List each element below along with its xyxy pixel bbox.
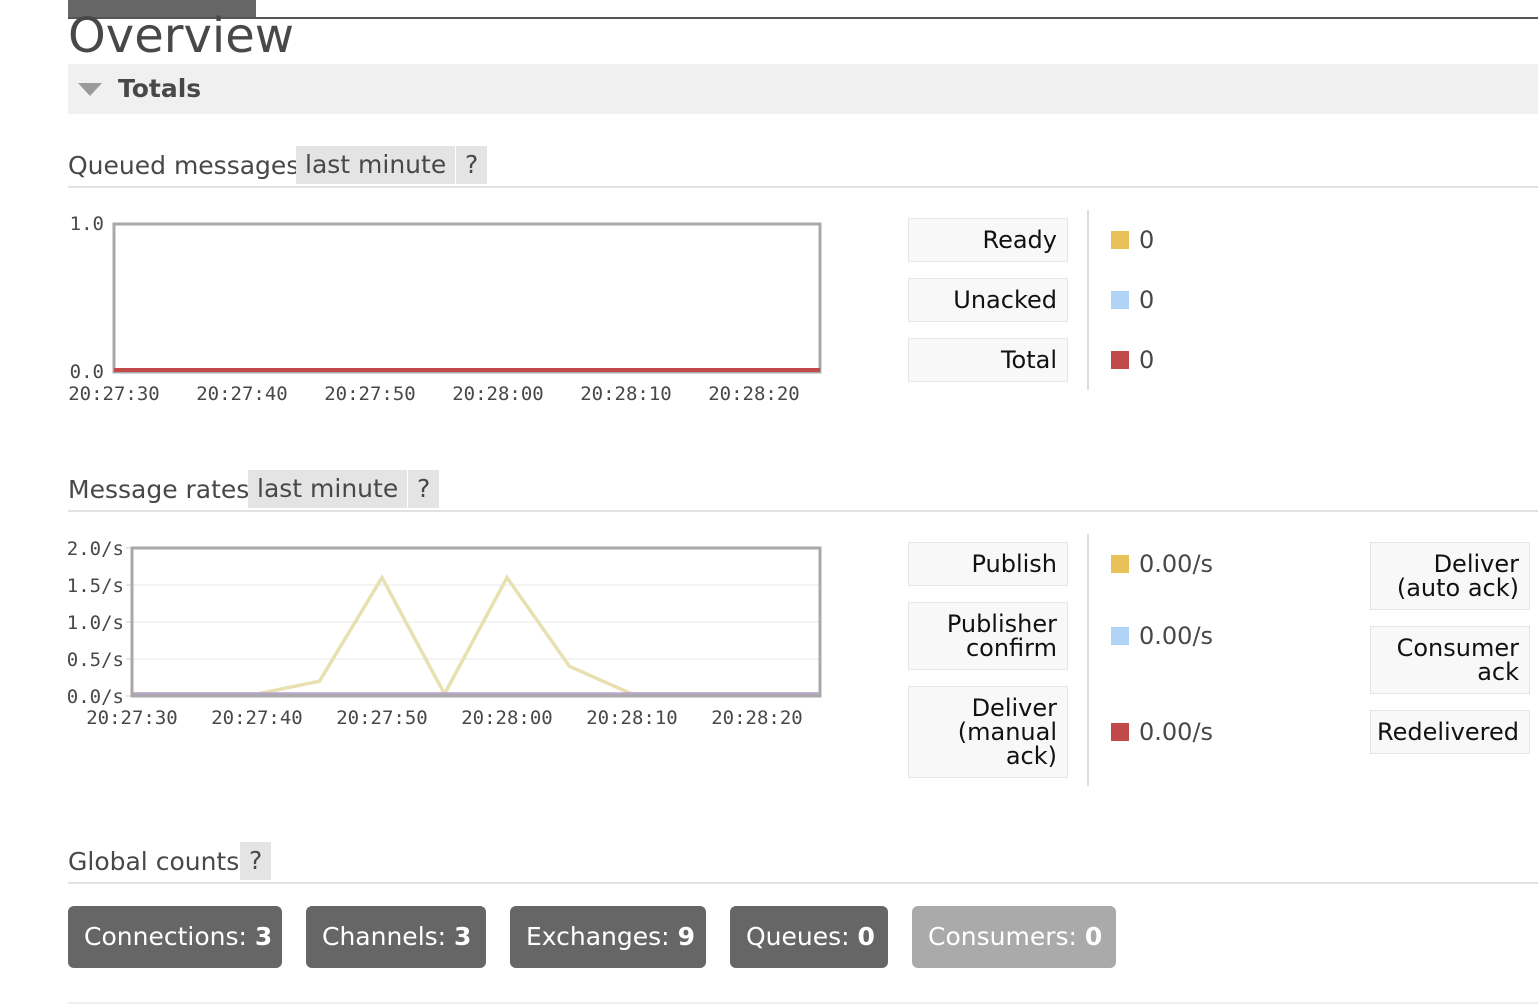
exchanges-count-button[interactable]: Exchanges: 9: [510, 906, 706, 968]
unacked-color-swatch: [1111, 291, 1129, 309]
ready-value: 0: [1139, 226, 1155, 254]
legend-divider: [1087, 210, 1089, 390]
queued-messages-title: Queued messages: [68, 151, 300, 180]
y-tick-label: 2.0/s: [67, 538, 124, 560]
legend-ready-label: Ready: [908, 218, 1068, 262]
queued-messages-header: Queued messages last minute ?: [68, 146, 1538, 188]
x-tick-label: 20:28:00: [452, 383, 544, 405]
publisher-confirm-color-swatch: [1111, 627, 1129, 645]
consumers-value: 0: [1084, 922, 1103, 951]
legend-deliver-auto-ack-label: Deliver (auto ack): [1370, 542, 1530, 610]
channels-count-button[interactable]: Channels: 3: [306, 906, 486, 968]
y-tick-label: 1.0: [70, 213, 104, 235]
publish-color-swatch: [1111, 555, 1129, 573]
global-counts-header: Global counts ?: [68, 842, 1538, 884]
x-tick-label: 20:27:30: [86, 707, 178, 729]
unacked-value: 0: [1139, 286, 1155, 314]
total-value: 0: [1139, 346, 1155, 374]
legend-publisher-confirm-label: Publisher confirm: [908, 602, 1068, 670]
channels-label: Channels:: [322, 922, 447, 951]
legend-deliver-manual-ack-label: Deliver (manual ack): [908, 686, 1068, 778]
x-tick-label: 20:27:40: [211, 707, 303, 729]
x-tick-label: 20:28:00: [461, 707, 553, 729]
totals-label: Totals: [118, 74, 202, 103]
total-color-swatch: [1111, 351, 1129, 369]
x-tick-label: 20:27:50: [336, 707, 428, 729]
x-tick-label: 20:28:10: [586, 707, 678, 729]
queues-count-button[interactable]: Queues: 0: [730, 906, 888, 968]
connections-value: 3: [254, 922, 273, 951]
connections-label: Connections:: [84, 922, 247, 951]
global-help-button[interactable]: ?: [240, 842, 272, 880]
ready-color-swatch: [1111, 231, 1129, 249]
x-tick-label: 20:27:50: [324, 383, 416, 405]
legend-redelivered-label: Redelivered: [1370, 710, 1530, 754]
rates-legend-divider: [1087, 534, 1089, 786]
y-tick-label: 1.0/s: [67, 612, 124, 634]
legend-total-label: Total: [908, 338, 1068, 382]
publish-rate-value: 0.00/s: [1139, 550, 1214, 578]
legend-consumer-ack-label: Consumer ack: [1370, 626, 1530, 694]
message-rates-title: Message rates: [68, 475, 250, 504]
consumers-count-button[interactable]: Consumers: 0: [912, 906, 1116, 968]
collapse-triangle-icon[interactable]: [78, 83, 102, 96]
queues-label: Queues:: [746, 922, 850, 951]
rates-help-button[interactable]: ?: [408, 470, 440, 508]
y-tick-label: 1.5/s: [67, 575, 124, 597]
consumers-label: Consumers:: [928, 922, 1077, 951]
totals-section-toggle[interactable]: Totals: [68, 64, 1538, 114]
exchanges-label: Exchanges:: [526, 922, 670, 951]
y-tick-label: 0.0/s: [67, 686, 124, 708]
x-tick-label: 20:27:40: [196, 383, 288, 405]
y-tick-label: 0.0: [70, 361, 104, 383]
plot-frame: [112, 222, 822, 374]
deliver-manual-ack-rate-value: 0.00/s: [1139, 718, 1214, 746]
message-rates-chart: 0.0/s 0.5/s 1.0/s 1.5/s 2.0/s 20:27:30 20:27:4…: [67, 538, 822, 729]
x-tick-label: 20:27:30: [68, 383, 160, 405]
queued-range-button[interactable]: last minute: [296, 146, 456, 184]
exchanges-value: 9: [677, 922, 695, 951]
legend-publish-label: Publish: [908, 542, 1068, 586]
page-title: Overview: [68, 8, 294, 64]
queued-help-button[interactable]: ?: [456, 146, 488, 184]
x-tick-label: 20:28:10: [580, 383, 672, 405]
channels-value: 3: [454, 922, 472, 951]
deliver-manual-ack-color-swatch: [1111, 723, 1129, 741]
connections-count-button[interactable]: Connections: 3: [68, 906, 282, 968]
legend-unacked-label: Unacked: [908, 278, 1068, 322]
x-tick-label: 20:28:20: [711, 707, 803, 729]
publisher-confirm-rate-value: 0.00/s: [1139, 622, 1214, 650]
global-counts-title: Global counts: [68, 847, 240, 876]
message-rates-header: Message rates last minute ?: [68, 470, 1538, 512]
x-tick-label: 20:28:20: [708, 383, 800, 405]
y-tick-label: 0.5/s: [67, 649, 124, 671]
rates-range-button[interactable]: last minute: [248, 470, 408, 508]
queues-value: 0: [857, 922, 875, 951]
queued-messages-chart: 0.0 1.0 20:27:30 20:27:40 20:27:50 20:28:00 20…: [68, 213, 822, 405]
bottom-divider: [68, 1002, 1538, 1004]
